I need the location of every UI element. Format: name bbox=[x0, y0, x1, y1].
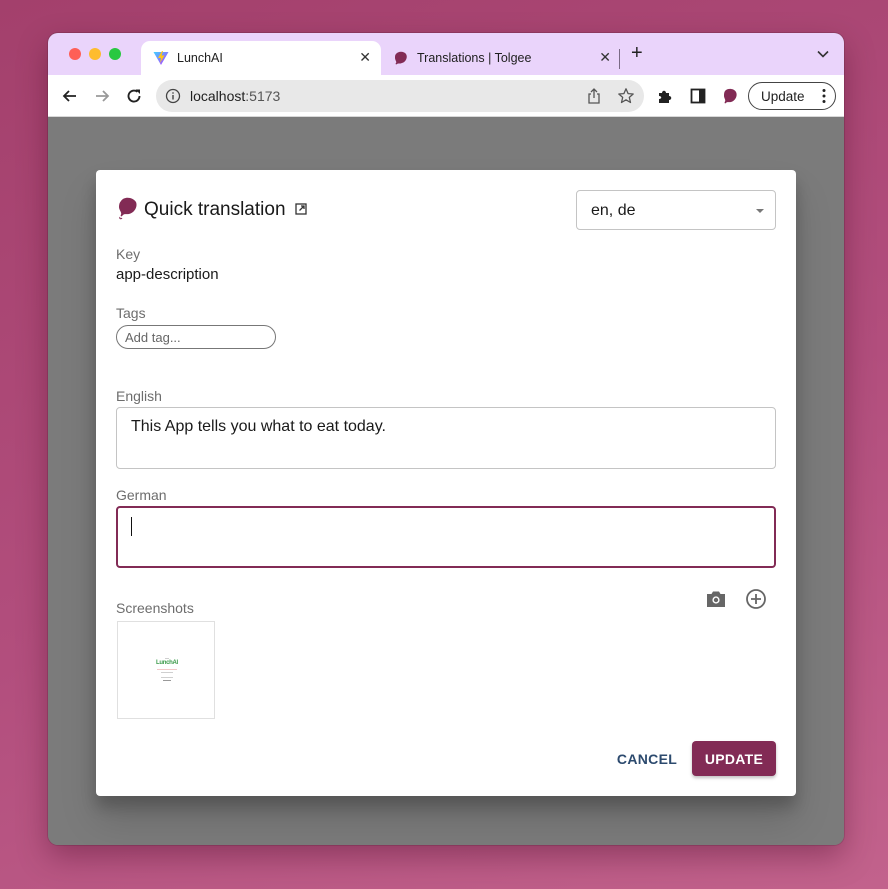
tab-bar: LunchAI ✕ Translations | Tolgee ✕ + bbox=[48, 33, 844, 75]
english-label: English bbox=[116, 388, 162, 404]
tab-title: LunchAI bbox=[177, 51, 223, 65]
tab-tolgee[interactable]: Translations | Tolgee ✕ bbox=[381, 41, 621, 75]
extensions-puzzle-icon[interactable] bbox=[656, 87, 674, 105]
share-icon[interactable] bbox=[586, 87, 602, 105]
screenshot-preview: LunchAI bbox=[156, 658, 178, 684]
tolgee-mouse-icon bbox=[395, 51, 407, 65]
back-arrow-icon[interactable] bbox=[60, 86, 80, 106]
screenshots-label: Screenshots bbox=[116, 600, 194, 616]
dialog-title: Quick translation bbox=[144, 199, 286, 220]
tab-title: Translations | Tolgee bbox=[417, 51, 532, 65]
bookmark-star-icon[interactable] bbox=[617, 87, 635, 105]
english-translation-field[interactable]: This App tells you what to eat today. bbox=[116, 407, 776, 469]
camera-icon[interactable] bbox=[704, 587, 728, 611]
info-icon[interactable] bbox=[165, 88, 181, 104]
tolgee-extension-icon[interactable] bbox=[721, 87, 739, 105]
browser-toolbar: localhost:5173 Update bbox=[48, 75, 844, 117]
open-in-new-icon[interactable] bbox=[295, 203, 307, 215]
language-select-value: en, de bbox=[591, 202, 636, 219]
add-circle-icon[interactable] bbox=[744, 587, 768, 611]
text-caret bbox=[131, 517, 132, 536]
german-translation-field[interactable] bbox=[116, 506, 776, 568]
add-tag-input[interactable] bbox=[116, 325, 276, 349]
close-window-button[interactable] bbox=[69, 48, 81, 60]
update-label: Update bbox=[761, 88, 805, 104]
close-tab-icon[interactable]: ✕ bbox=[599, 49, 611, 66]
more-vert-icon[interactable] bbox=[822, 88, 826, 104]
tolgee-logo-icon bbox=[119, 197, 137, 220]
english-translation-text: This App tells you what to eat today. bbox=[131, 418, 386, 435]
reload-icon[interactable] bbox=[124, 86, 144, 106]
browser-window: LunchAI ✕ Translations | Tolgee ✕ + loca… bbox=[48, 33, 844, 845]
vite-logo-icon bbox=[153, 51, 169, 65]
maximize-window-button[interactable] bbox=[109, 48, 121, 60]
address-bar[interactable]: localhost:5173 bbox=[156, 80, 644, 112]
german-label: German bbox=[116, 487, 167, 503]
cancel-button[interactable]: CANCEL bbox=[612, 742, 682, 776]
tags-label: Tags bbox=[116, 305, 146, 321]
chrome-update-button[interactable]: Update bbox=[748, 82, 836, 110]
dropdown-arrow-icon bbox=[756, 209, 764, 213]
thumbnail-title: LunchAI bbox=[156, 660, 178, 666]
url-text: localhost:5173 bbox=[190, 88, 281, 104]
screenshot-thumbnail[interactable]: LunchAI bbox=[117, 621, 215, 719]
quick-translation-dialog: Quick translation en, de Key app-descrip… bbox=[96, 170, 796, 796]
close-tab-icon[interactable]: ✕ bbox=[359, 49, 371, 66]
chevron-down-icon[interactable] bbox=[816, 47, 830, 61]
modal-backdrop[interactable]: Quick translation en, de Key app-descrip… bbox=[48, 118, 844, 845]
key-label: Key bbox=[116, 246, 141, 262]
update-button[interactable]: UPDATE bbox=[692, 741, 776, 776]
language-select[interactable]: en, de bbox=[576, 190, 776, 230]
new-tab-button[interactable]: + bbox=[631, 43, 643, 63]
tab-separator bbox=[619, 49, 620, 69]
minimize-window-button[interactable] bbox=[89, 48, 101, 60]
forward-arrow-icon[interactable] bbox=[92, 86, 112, 106]
key-value: app-description bbox=[116, 266, 219, 283]
tab-lunchai[interactable]: LunchAI ✕ bbox=[141, 41, 381, 75]
side-panel-icon[interactable] bbox=[689, 87, 707, 105]
